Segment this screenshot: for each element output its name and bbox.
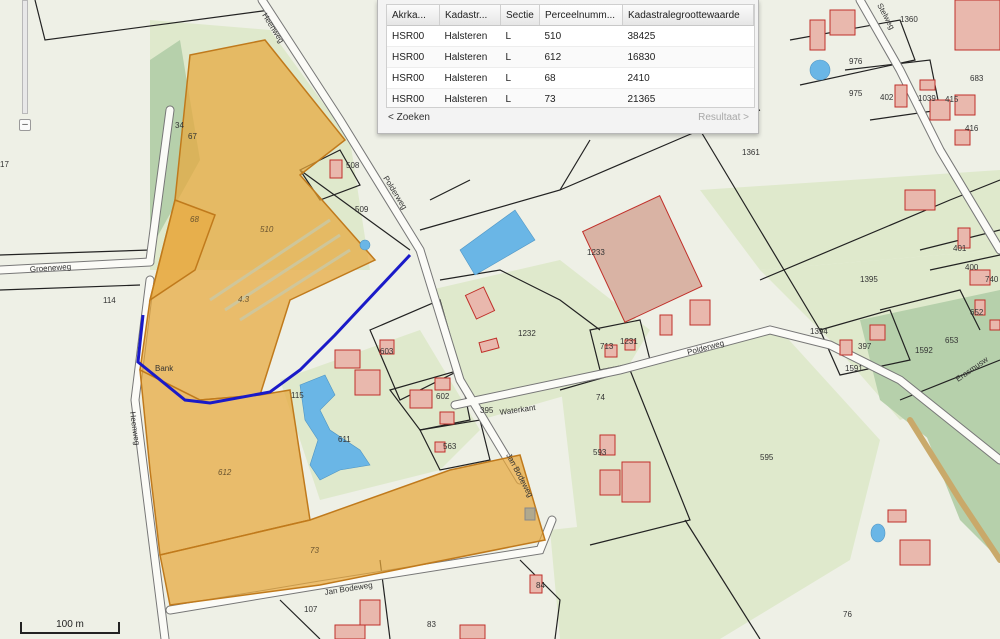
cell-grootte: 2410 xyxy=(622,67,754,89)
mast-marker xyxy=(524,507,536,521)
svg-text:68: 68 xyxy=(190,215,199,224)
cell-sectie: L xyxy=(500,46,540,68)
scale-tick-right xyxy=(118,622,120,634)
cell-gemeente: Halsteren xyxy=(439,46,501,68)
resultaat-next-link[interactable]: Resultaat > xyxy=(698,112,749,123)
svg-text:74: 74 xyxy=(596,393,605,402)
cell-akrka: HSR00 xyxy=(387,25,440,47)
svg-text:612: 612 xyxy=(218,468,232,477)
svg-text:83: 83 xyxy=(427,620,436,629)
cell-gemeente: Halsteren xyxy=(439,25,501,47)
svg-text:1231: 1231 xyxy=(620,337,638,346)
zoom-control[interactable]: – xyxy=(19,0,31,135)
results-pagination: < Zoeken Resultaat > xyxy=(386,112,753,128)
svg-text:107: 107 xyxy=(304,605,318,614)
svg-text:73: 73 xyxy=(310,546,319,555)
cell-akrka: HSR00 xyxy=(387,46,440,68)
svg-text:683: 683 xyxy=(970,74,984,83)
table-row[interactable]: HSR00 Halsteren L 612 16830 xyxy=(387,46,754,68)
column-header-akrka[interactable]: Akrka... xyxy=(387,5,440,26)
cell-grootte: 16830 xyxy=(622,46,754,68)
cell-grootte: 21365 xyxy=(622,88,754,107)
svg-text:34: 34 xyxy=(175,121,184,130)
svg-text:67: 67 xyxy=(188,132,197,141)
svg-text:415: 415 xyxy=(945,95,959,104)
results-table-wrapper: Akrka... Kadastr... Sectie Perceelnumm..… xyxy=(386,4,755,108)
svg-text:115: 115 xyxy=(291,391,304,400)
table-row[interactable]: HSR00 Halsteren L 73 21365 xyxy=(387,88,754,107)
zoeken-back-link[interactable]: < Zoeken xyxy=(388,112,430,123)
cell-perceelnummer: 510 xyxy=(539,25,623,47)
svg-text:402: 402 xyxy=(880,93,894,102)
svg-text:563: 563 xyxy=(443,442,457,451)
cell-akrka: HSR00 xyxy=(387,67,440,89)
svg-text:652: 652 xyxy=(970,308,984,317)
svg-text:740: 740 xyxy=(985,275,999,284)
svg-text:1591: 1591 xyxy=(845,364,863,373)
svg-text:17: 17 xyxy=(0,160,9,169)
scale-bar: 100 m xyxy=(20,616,120,634)
svg-text:1394: 1394 xyxy=(810,327,828,336)
svg-text:976: 976 xyxy=(849,57,863,66)
zoom-slider-track[interactable] xyxy=(22,0,28,114)
results-panel: Akrka... Kadastr... Sectie Perceelnumm..… xyxy=(377,0,759,134)
pond-small xyxy=(809,59,831,81)
column-header-sectie[interactable]: Sectie xyxy=(500,5,540,26)
cell-grootte: 38425 xyxy=(622,25,754,47)
table-row[interactable]: HSR00 Halsteren L 510 38425 xyxy=(387,25,754,47)
scale-line xyxy=(20,632,120,634)
svg-text:1233: 1233 xyxy=(587,248,605,257)
svg-text:508: 508 xyxy=(346,161,360,170)
cell-akrka: HSR00 xyxy=(387,88,440,107)
svg-text:713: 713 xyxy=(600,342,614,351)
svg-text:653: 653 xyxy=(945,336,959,345)
svg-text:400: 400 xyxy=(965,263,979,272)
svg-text:1592: 1592 xyxy=(915,346,933,355)
cell-gemeente: Halsteren xyxy=(439,88,501,107)
table-header-row: Akrka... Kadastr... Sectie Perceelnumm..… xyxy=(387,5,754,26)
cell-sectie: L xyxy=(500,67,540,89)
cell-gemeente: Halsteren xyxy=(439,67,501,89)
svg-text:595: 595 xyxy=(760,453,774,462)
scale-label: 100 m xyxy=(56,619,84,630)
svg-text:603: 603 xyxy=(380,347,394,356)
table-row[interactable]: HSR00 Halsteren L 68 2410 xyxy=(387,67,754,89)
svg-text:395: 395 xyxy=(480,406,494,415)
svg-text:84: 84 xyxy=(536,581,545,590)
svg-text:416: 416 xyxy=(965,124,979,133)
zoom-out-button[interactable]: – xyxy=(19,119,31,131)
svg-text:4.3: 4.3 xyxy=(238,295,250,304)
svg-text:593: 593 xyxy=(593,448,607,457)
svg-text:1232: 1232 xyxy=(518,329,536,338)
svg-text:1395: 1395 xyxy=(860,275,878,284)
svg-text:509: 509 xyxy=(355,205,369,214)
cell-perceelnummer: 68 xyxy=(539,67,623,89)
svg-text:1361: 1361 xyxy=(742,148,760,157)
column-header-perceelnummer[interactable]: Perceelnumm... xyxy=(539,5,623,26)
svg-text:1360: 1360 xyxy=(900,15,918,24)
svg-text:1039: 1039 xyxy=(918,94,936,103)
svg-text:76: 76 xyxy=(843,610,852,619)
svg-text:Bank: Bank xyxy=(155,364,174,373)
svg-text:401: 401 xyxy=(953,244,967,253)
cell-perceelnummer: 73 xyxy=(539,88,623,107)
scale-tick-left xyxy=(20,622,22,634)
column-header-kadastrale-gemeente[interactable]: Kadastr... xyxy=(439,5,501,26)
results-table: Akrka... Kadastr... Sectie Perceelnumm..… xyxy=(387,5,754,107)
cell-perceelnummer: 612 xyxy=(539,46,623,68)
svg-text:397: 397 xyxy=(858,342,872,351)
svg-text:602: 602 xyxy=(436,392,450,401)
column-header-kadastrale-grootte[interactable]: Kadastralegroottewaarde xyxy=(622,5,754,26)
svg-text:975: 975 xyxy=(849,89,863,98)
cell-sectie: L xyxy=(500,25,540,47)
svg-text:114: 114 xyxy=(103,296,116,305)
svg-text:510: 510 xyxy=(260,225,274,234)
cell-sectie: L xyxy=(500,88,540,107)
svg-text:611: 611 xyxy=(338,435,351,444)
